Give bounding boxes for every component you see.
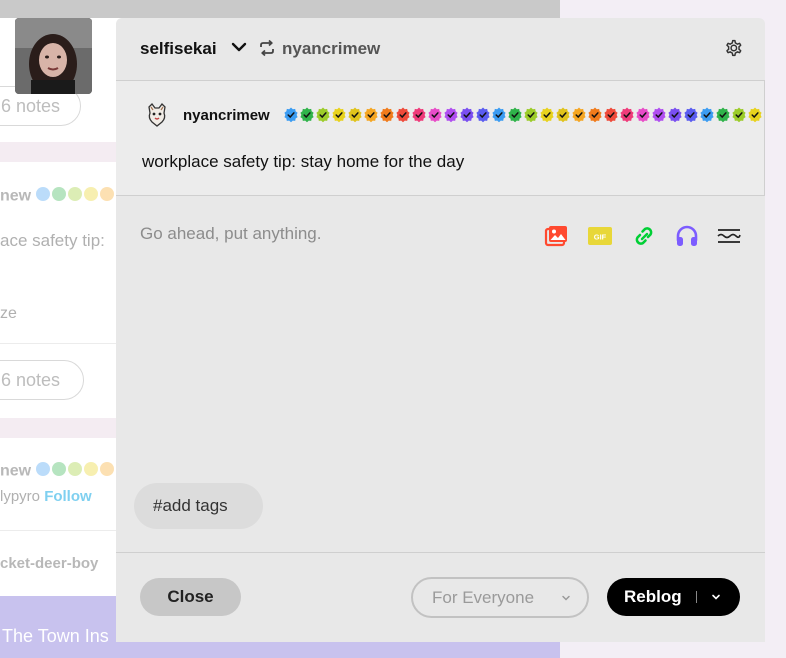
verified-badge-icon	[540, 107, 554, 123]
verified-badge-icon	[668, 107, 682, 123]
modal-footer: Close For Everyone Reblog	[116, 552, 765, 642]
blog-name-partial: new	[0, 187, 32, 205]
author-avatar[interactable]	[146, 103, 168, 127]
verified-badge-icon	[716, 107, 730, 123]
close-button[interactable]: Close	[140, 578, 241, 616]
reblog-button-label: Reblog	[624, 587, 682, 606]
button-divider	[696, 591, 697, 603]
avatar[interactable]	[15, 18, 92, 94]
reblogged-post: nyancrimew workplace safety tip: stay ho…	[116, 81, 765, 196]
verified-badge-icon	[652, 107, 666, 123]
audience-label: For Everyone	[432, 588, 535, 607]
verified-badge-icon	[572, 107, 586, 123]
verified-badge-icon	[508, 107, 522, 123]
verified-badge-icon	[636, 107, 650, 123]
verified-badge-icon	[396, 107, 410, 123]
notes-count-label: 6 notes	[1, 96, 61, 116]
verified-badge-icon	[412, 107, 426, 123]
verified-badge-icon	[284, 107, 298, 123]
verified-badge-icon	[588, 107, 602, 123]
reblog-button[interactable]: Reblog	[607, 578, 740, 616]
verified-badge-icon	[748, 107, 762, 123]
avatar-image	[15, 18, 92, 94]
gif-icon[interactable]: GIF	[586, 222, 614, 250]
verified-badge-icon	[476, 107, 490, 123]
verified-badge-icon	[460, 107, 474, 123]
reblogged-from-line: lypyro Follow	[0, 488, 92, 505]
author-name[interactable]: nyancrimew	[183, 107, 270, 124]
reblog-modal: selfisekai nyancrimew nyancrimew workpla…	[116, 18, 765, 642]
verified-badge-icon	[348, 107, 362, 123]
user-name-partial[interactable]: cket-deer-boy	[0, 555, 98, 572]
notes-count-button[interactable]: 6 notes	[0, 360, 84, 400]
gif-icon-label: GIF	[594, 233, 607, 242]
audio-icon[interactable]	[673, 222, 701, 250]
source-blog-link[interactable]: nyancrimew	[282, 39, 380, 59]
post-blog-name[interactable]: new	[0, 462, 116, 481]
verified-badge-icon	[556, 107, 570, 123]
notes-count-label: 6 notes	[1, 370, 61, 390]
post-text: workplace safety tip: stay home for the …	[142, 152, 465, 171]
verified-badge-icon	[524, 107, 538, 123]
chevron-down-icon[interactable]	[230, 38, 248, 56]
post-blog-name[interactable]: new	[0, 187, 116, 206]
tags-input[interactable]: #add tags	[134, 483, 263, 529]
post-tag-preview[interactable]: ze	[0, 305, 17, 323]
modal-header: selfisekai nyancrimew	[116, 18, 765, 81]
verified-badge-icon	[364, 107, 378, 123]
verified-badge-icon	[300, 107, 314, 123]
verified-badge-icon	[732, 107, 746, 123]
user-name-partial[interactable]: lypyro	[0, 488, 40, 505]
verified-badges	[283, 106, 763, 124]
dashboard-topbar	[0, 0, 560, 18]
link-icon[interactable]	[630, 222, 658, 250]
gear-icon[interactable]	[722, 37, 744, 59]
verified-badge-icon	[492, 107, 506, 123]
chevron-down-icon	[562, 595, 570, 601]
blog-name-partial: new	[0, 462, 32, 480]
verified-badge-icon	[428, 107, 442, 123]
verified-badge-icon	[444, 107, 458, 123]
follow-link[interactable]: Follow	[44, 488, 92, 505]
post-editor[interactable]: Go ahead, put anything.	[140, 224, 321, 244]
chevron-down-icon[interactable]	[711, 592, 721, 602]
photo-icon[interactable]	[542, 222, 570, 250]
badges-strip	[35, 462, 116, 481]
verified-badge-icon	[380, 107, 394, 123]
reblog-icon	[260, 39, 274, 57]
audience-dropdown[interactable]: For Everyone	[411, 577, 589, 618]
verified-badge-icon	[604, 107, 618, 123]
verified-badge-icon	[316, 107, 330, 123]
verified-badge-icon	[332, 107, 346, 123]
verified-badge-icon	[700, 107, 714, 123]
readmore-icon[interactable]	[715, 222, 743, 250]
post-body-preview: ace safety tip:	[0, 231, 105, 250]
blog-selector[interactable]: selfisekai	[140, 39, 217, 59]
promo-banner-text: The Town Ins	[2, 626, 109, 646]
verified-badge-icon	[620, 107, 634, 123]
verified-badge-icon	[684, 107, 698, 123]
badges-strip	[35, 187, 116, 206]
